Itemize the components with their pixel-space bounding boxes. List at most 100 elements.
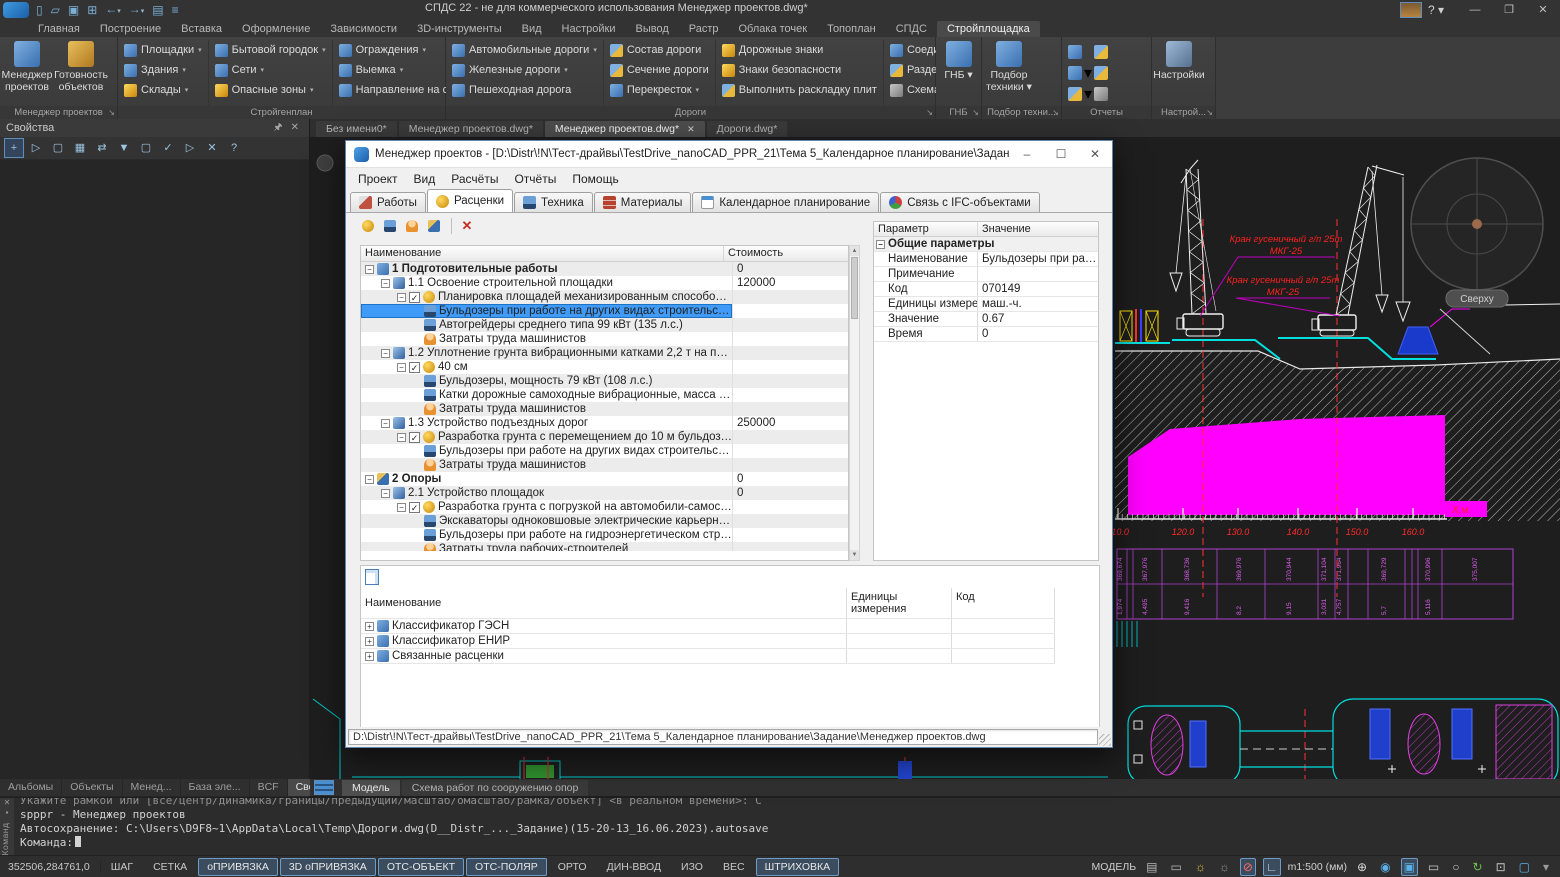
toggle-шаг[interactable]: ШАГ	[102, 858, 142, 876]
table-row[interactable]: −✓Разработка грунта с перемещением до 10…	[361, 430, 848, 444]
report-button-3[interactable]: ▾	[1068, 62, 1094, 83]
dialog-maximize-button[interactable]: ☐	[1044, 147, 1078, 161]
expander-icon[interactable]: −	[397, 363, 406, 372]
dialog-launcher-icon[interactable]: ↘	[972, 106, 979, 119]
menu-проект[interactable]: Проект	[350, 172, 406, 186]
model-tab-1[interactable]: Модель	[342, 780, 400, 796]
report-button-2[interactable]	[1094, 41, 1120, 62]
tab-close-icon[interactable]: ✕	[687, 124, 695, 134]
checkbox[interactable]: ✓	[409, 432, 420, 443]
column-units[interactable]: Единицы измерения	[847, 588, 952, 618]
ribbon-big-button-4-1[interactable]: ГНБ ▾	[936, 37, 981, 106]
minimize-button[interactable]: —	[1458, 0, 1492, 20]
dialog-tab-1[interactable]: Работы	[350, 192, 426, 212]
menu-вид[interactable]: Вид	[406, 172, 444, 186]
open-file-icon[interactable]: ▱	[48, 1, 63, 19]
param-row[interactable]: Единицы измерениямаш.-ч.	[874, 297, 1098, 312]
classifier-row[interactable]: +Связанные расценки	[361, 649, 1055, 664]
add-labor-icon[interactable]	[402, 216, 422, 236]
close-panel-icon[interactable]: ✕	[287, 119, 303, 137]
canvas-nav-button[interactable]	[317, 155, 333, 171]
table-row[interactable]: Автогрейдеры среднего типа 99 кВт (135 л…	[361, 318, 848, 332]
ribbon-item[interactable]: Сети▾	[215, 60, 326, 80]
ribbon-tab-11[interactable]: Облака точек	[729, 21, 818, 37]
zoom-icon[interactable]: ◉	[1377, 858, 1393, 876]
table-row[interactable]: Катки дорожные самоходные вибрационные, …	[361, 388, 848, 402]
table-row[interactable]: Затраты труда рабочих-строителей	[361, 542, 848, 551]
expander-icon[interactable]: −	[397, 433, 406, 442]
ribbon-item[interactable]: Дорожные знаки	[722, 40, 877, 60]
param-value[interactable]: Бульдозеры при работе ...	[978, 252, 1098, 266]
orbit-icon[interactable]: ○	[1449, 858, 1462, 876]
command-close-icon[interactable]: ✕	[0, 798, 14, 808]
model-tab-2[interactable]: Схема работ по сооружению опор	[402, 780, 589, 796]
command-prompt[interactable]: Команда:	[20, 836, 1556, 850]
zoom-rect-icon[interactable]: ▭	[1425, 858, 1442, 876]
monitor-icon[interactable]: ▭	[1167, 858, 1184, 876]
expander-icon[interactable]: −	[397, 293, 406, 302]
panel-tab-менед[interactable]: Менед...	[123, 779, 181, 796]
more-icon[interactable]: ▾	[1540, 858, 1552, 876]
param-value[interactable]: маш.-ч.	[978, 297, 1098, 311]
ribbon-item[interactable]: Автомобильные дороги▾	[452, 40, 597, 60]
dialog-launcher-icon[interactable]: ↘	[926, 106, 933, 119]
ribbon-tab-13[interactable]: СПДС	[886, 21, 937, 37]
light-auto-icon[interactable]: ☼	[1192, 858, 1209, 876]
add-rate-icon[interactable]	[358, 216, 378, 236]
table-row[interactable]: Бульдозеры, мощность 79 кВт (108 л.с.)	[361, 374, 848, 388]
toggle-вес[interactable]: ВЕС	[714, 858, 754, 876]
column-name[interactable]: Наименование	[361, 246, 724, 261]
checkbox[interactable]: ✓	[409, 502, 420, 513]
table-row[interactable]: −2.1 Устройство площадок0	[361, 486, 848, 500]
expander-icon[interactable]: −	[397, 503, 406, 512]
undo-icon[interactable]: ←▾	[102, 0, 124, 21]
sheet-icon[interactable]: ▤	[1143, 858, 1160, 876]
dialog-launcher-icon[interactable]: ↘	[1206, 106, 1213, 119]
toggle-изо[interactable]: ИЗО	[672, 858, 712, 876]
ribbon-tab-3[interactable]: Вставка	[171, 21, 232, 37]
table-row[interactable]: −2 Опоры0	[361, 472, 848, 486]
ribbon-tab-7[interactable]: Вид	[512, 21, 552, 37]
ribbon-big-button-5-1[interactable]: Подбор техники ▾	[982, 37, 1036, 106]
expander-icon[interactable]: −	[381, 279, 390, 288]
toggle-опривязка[interactable]: оПРИВЯЗКА	[198, 858, 278, 876]
expander-icon[interactable]: −	[381, 349, 390, 358]
table-row[interactable]: −✓40 см	[361, 360, 848, 374]
qat-overflow-icon[interactable]: ≡	[169, 1, 182, 19]
checkbox[interactable]: ✓	[409, 362, 420, 373]
expander-icon[interactable]: −	[381, 419, 390, 428]
add-material-icon[interactable]	[424, 216, 444, 236]
ribbon-item[interactable]: Выполнить раскладку плит	[722, 80, 877, 100]
table-row[interactable]: −1.2 Уплотнение грунта вибрационными кат…	[361, 346, 848, 360]
dialog-tab-5[interactable]: Календарное планирование	[692, 192, 879, 212]
app-logo-icon[interactable]	[3, 2, 29, 18]
workspace-icon[interactable]	[1400, 2, 1422, 18]
toggle-сетка[interactable]: СЕТКА	[144, 858, 196, 876]
panel-tab-базаэле[interactable]: База эле...	[181, 779, 250, 796]
column-cost[interactable]: Стоимость	[724, 246, 848, 261]
command-panel-tab[interactable]: Команд	[0, 819, 10, 856]
classifier-row[interactable]: +Классификатор ГЭСН	[361, 619, 1055, 634]
report-button-4[interactable]	[1094, 62, 1120, 83]
toggle-орто[interactable]: ОРТО	[549, 858, 596, 876]
ribbon-item[interactable]: Бытовой городок▾	[215, 40, 326, 60]
panel-tab-альбомы[interactable]: Альбомы	[0, 779, 62, 796]
ribbon-item[interactable]: Сечение дороги	[610, 60, 709, 80]
ribbon-tab-5[interactable]: Зависимости	[320, 21, 407, 37]
ribbon-big-button-7-1[interactable]: Настройки	[1152, 37, 1206, 106]
dialog-tab-4[interactable]: Материалы	[594, 192, 692, 212]
param-row[interactable]: Код070149	[874, 282, 1098, 297]
document-tab-4[interactable]: Дороги.dwg*	[707, 121, 788, 137]
table-row[interactable]: −✓Разработка грунта с погрузкой на автом…	[361, 500, 848, 514]
ribbon-item[interactable]: Опасные зоны▾	[215, 80, 326, 100]
toggle-отс-объект[interactable]: ОТС-ОБЪЕКТ	[378, 858, 464, 876]
scale-indicator[interactable]: m1:500 (мм)	[1288, 861, 1347, 873]
table-row[interactable]: −1.1 Освоение строительной площадки12000…	[361, 276, 848, 290]
save-icon[interactable]: ▣	[65, 1, 82, 19]
command-history[interactable]: Укажите рамкой или [все/центр/динамика/г…	[20, 797, 1556, 850]
ribbon-tab-14[interactable]: Стройплощадка	[937, 21, 1040, 37]
toggle-3d-опривязка[interactable]: 3D оПРИВЯЗКА	[280, 858, 376, 876]
ribbon-tab-2[interactable]: Построение	[90, 21, 171, 37]
table-row[interactable]: Бульдозеры при работе на гидроэнергетиче…	[361, 528, 848, 542]
clear-icon[interactable]: ✕	[202, 138, 222, 158]
